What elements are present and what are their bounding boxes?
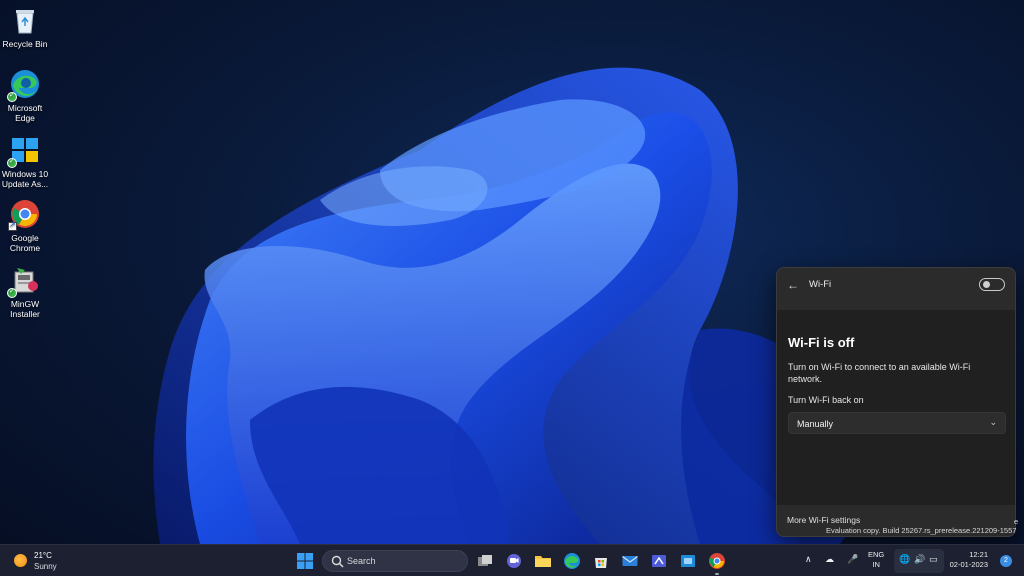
chrome-icon	[709, 553, 725, 569]
wifi-flyout-title: Wi-Fi	[809, 279, 832, 290]
wifi-flyout-body: Wi-Fi is off Turn on Wi-Fi to connect to…	[777, 310, 1015, 505]
wifi-toggle-switch[interactable]	[979, 278, 1005, 291]
desktop-icon-label: Recycle Bin	[2, 39, 48, 49]
sync-status-icon	[7, 157, 17, 168]
weather-temperature: 21°C	[34, 551, 52, 560]
sun-icon	[14, 554, 27, 567]
desktop-icon-recycle-bin[interactable]: Recycle Bin	[0, 4, 50, 49]
running-indicator	[715, 573, 719, 575]
watermark-text-top: e	[1014, 517, 1019, 526]
taskbar-search-box[interactable]: Search	[322, 550, 468, 572]
app-icon	[681, 555, 695, 567]
chrome-icon	[8, 198, 41, 231]
edge-icon	[7, 68, 41, 102]
app-icon	[652, 555, 666, 567]
dropdown-selected-value: Manually	[797, 419, 834, 429]
battery-icon: ▭	[929, 554, 938, 564]
file-explorer-button[interactable]	[532, 550, 554, 572]
taskbar: 21°C Sunny Search ∧ ☁ 🎤 ENG IN 🌐 🔊 ▭ 12:…	[0, 544, 1024, 576]
turn-wifi-back-on-dropdown[interactable]: Manually ⌄	[788, 412, 1006, 434]
weather-condition: Sunny	[34, 562, 57, 571]
chat-icon	[507, 554, 521, 568]
wifi-flyout: ← Wi-Fi Wi-Fi is off Turn on Wi-Fi to co…	[776, 267, 1016, 537]
task-view-button[interactable]	[474, 550, 496, 572]
show-hidden-icons-chevron-up-icon[interactable]: ∧	[805, 554, 812, 565]
volume-icon: 🔊	[914, 554, 926, 564]
teams-chat-button[interactable]	[503, 550, 525, 572]
wifi-flyout-header: ← Wi-Fi	[777, 268, 1015, 302]
desktop-icon-label: Windows 10 Update As...	[1, 169, 49, 189]
onedrive-cloud-icon[interactable]: ☁	[825, 554, 834, 565]
mail-button[interactable]	[619, 550, 641, 572]
windows-update-icon	[7, 134, 41, 168]
toggle-knob	[983, 281, 990, 288]
search-icon	[331, 555, 344, 568]
wifi-off-heading: Wi-Fi is off	[788, 335, 855, 350]
windows-logo-icon	[297, 553, 313, 569]
clock-time: 12:21	[969, 550, 988, 559]
mail-icon	[622, 556, 638, 566]
notification-badge[interactable]: 2	[1000, 555, 1012, 567]
desktop: Recycle Bin Microsoft Edge Windows 10 Up…	[0, 0, 1024, 544]
app-button-7[interactable]	[648, 550, 670, 572]
desktop-icon-windows-update-assistant[interactable]: Windows 10 Update As...	[0, 134, 50, 189]
desktop-icon-microsoft-edge[interactable]: Microsoft Edge	[0, 68, 50, 123]
edge-taskbar-button[interactable]	[561, 550, 583, 572]
desktop-icon-label: Microsoft Edge	[7, 103, 43, 123]
weather-widget[interactable]: 21°C Sunny	[12, 549, 72, 573]
task-view-icon	[478, 555, 492, 566]
clock[interactable]: 12:21 02-01-2023	[948, 550, 988, 570]
language-code: ENG	[868, 550, 885, 559]
microsoft-store-button[interactable]	[590, 550, 612, 572]
clock-date: 02-01-2023	[949, 560, 988, 569]
start-button[interactable]	[294, 550, 316, 572]
sync-status-icon	[7, 287, 17, 298]
wifi-off-description: Turn on Wi-Fi to connect to an available…	[788, 362, 971, 384]
mingw-installer-icon	[7, 264, 41, 298]
back-arrow-icon[interactable]: ←	[785, 278, 801, 292]
folder-icon	[535, 556, 551, 567]
microphone-icon[interactable]: 🎤	[847, 554, 858, 565]
search-label: Search	[347, 556, 376, 566]
desktop-icon-label: MinGW Installer	[10, 299, 40, 319]
chrome-taskbar-button[interactable]	[706, 550, 728, 575]
globe-network-icon: 🌐	[899, 554, 911, 564]
desktop-icon-label: Google Chrome	[9, 233, 41, 253]
desktop-icon-google-chrome[interactable]: Google Chrome	[0, 198, 50, 253]
language-region: IN	[872, 560, 880, 569]
desktop-icon-mingw-installer[interactable]: MinGW Installer	[0, 264, 50, 319]
edge-icon	[564, 553, 580, 569]
turn-wifi-back-on-label: Turn Wi-Fi back on	[788, 395, 864, 405]
sync-status-icon	[7, 91, 17, 102]
watermark-text: Evaluation copy. Build 25267.rs_prerelea…	[826, 526, 1017, 535]
quick-settings-button[interactable]: 🌐 🔊 ▭	[894, 549, 944, 573]
language-indicator[interactable]: ENG IN	[868, 550, 884, 570]
more-wifi-settings-link[interactable]: More Wi-Fi settings	[787, 515, 860, 525]
chevron-down-icon: ⌄	[989, 417, 997, 427]
app-button-8[interactable]	[677, 550, 699, 572]
recycle-bin-icon	[9, 4, 41, 36]
store-icon	[595, 558, 607, 568]
shortcut-arrow-icon	[8, 220, 17, 231]
